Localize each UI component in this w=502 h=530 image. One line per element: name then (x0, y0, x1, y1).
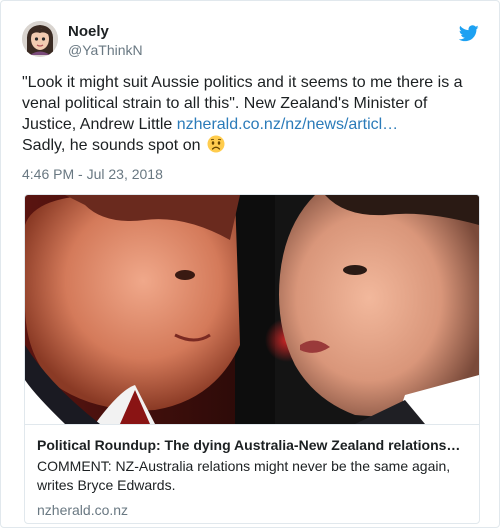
article-image (25, 195, 479, 424)
tweet-text: "Look it might suit Aussie politics and … (22, 72, 482, 159)
tweet-paragraph: Sadly, he sounds spot on (22, 135, 482, 159)
tweet-timestamp[interactable]: 4:46 PM - Jul 23, 2018 (22, 166, 163, 182)
tweet-header: Noely @YaThinkN (22, 21, 479, 61)
preview-body: Political Roundup: The dying Australia-N… (25, 424, 479, 523)
worried-face-emoji (207, 135, 225, 159)
preview-description: COMMENT: NZ-Australia relations might ne… (37, 458, 451, 493)
embedded-tweet: Noely @YaThinkN "Look it might suit Auss… (0, 0, 500, 528)
link-preview-card[interactable]: Political Roundup: The dying Australia-N… (24, 194, 480, 524)
preview-title: Political Roundup: The dying Australia-N… (37, 437, 461, 453)
author-names: Noely @YaThinkN (68, 23, 143, 59)
tweet-paragraph: "Look it might suit Aussie politics and … (22, 72, 482, 135)
article-link[interactable]: nzherald.co.nz/nz/news/articl… (177, 116, 398, 133)
user-handle[interactable]: @YaThinkN (68, 41, 143, 59)
preview-domain: nzherald.co.nz (37, 502, 129, 518)
twitter-bird-icon[interactable] (458, 25, 479, 42)
avatar[interactable] (22, 21, 58, 57)
display-name[interactable]: Noely (68, 23, 143, 41)
tweet-text-comment: Sadly, he sounds spot on (22, 137, 205, 154)
